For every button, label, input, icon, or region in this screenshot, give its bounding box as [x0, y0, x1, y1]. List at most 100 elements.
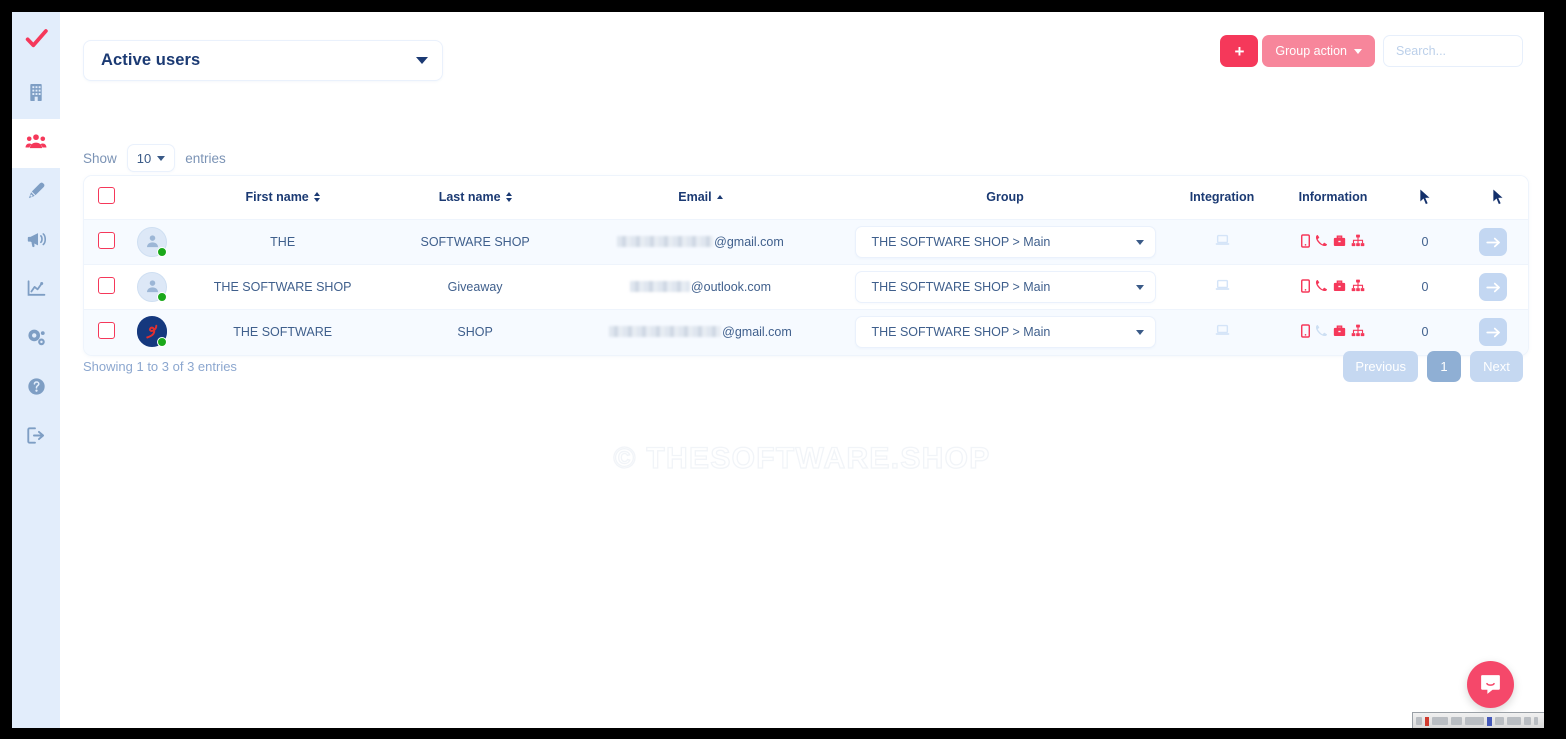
briefcase-icon[interactable] [1333, 235, 1346, 250]
table-row[interactable]: THE SOFTWARE SHOP Giveaway @outlook.com … [84, 264, 1528, 310]
group-select[interactable]: THE SOFTWARE SHOP > Main [854, 316, 1156, 349]
briefcase-icon[interactable] [1333, 280, 1346, 295]
length-menu-select[interactable]: 10 [126, 144, 176, 172]
cell-select [84, 309, 128, 355]
sidebar-item-settings[interactable] [12, 315, 60, 364]
avatar[interactable] [137, 272, 167, 302]
cell-email: @gmail.com [560, 309, 840, 355]
row-checkbox[interactable] [97, 232, 115, 249]
cell-last-name: SHOP [389, 309, 561, 355]
online-status-dot [157, 247, 167, 257]
cell-integration [1170, 219, 1274, 265]
os-taskbar-fragment [1412, 712, 1544, 728]
table-header-row: First name Last name Email Group Integrat… [84, 176, 1528, 220]
sidebar-item-company[interactable] [12, 70, 60, 119]
chevron-down-icon [1135, 284, 1144, 290]
online-status-dot [157, 292, 167, 302]
group-select-value: THE SOFTWARE SHOP > Main [871, 280, 1051, 294]
megaphone-icon [27, 231, 46, 253]
email-domain-text: @gmail.com [722, 325, 792, 340]
briefcase-icon [1333, 280, 1346, 291]
email-redacted-local-part [617, 236, 714, 247]
table-row[interactable]: THE SOFTWARE SHOP @gmail.com THE SOFTWAR… [84, 309, 1528, 355]
phone-icon [1315, 279, 1328, 292]
screenshot-frame: Active users + Group action Show [0, 0, 1566, 739]
laptop-icon [1215, 325, 1229, 336]
search-box[interactable] [1383, 35, 1523, 67]
sitemap-icon[interactable] [1351, 279, 1365, 295]
arrow-right-icon [1485, 237, 1500, 247]
mouse-cursor-icon [1419, 187, 1431, 206]
cell-email: @outlook.com [560, 264, 840, 310]
active-users-filter-select[interactable]: Active users [83, 40, 443, 81]
intercom-chat-launcher[interactable] [1467, 661, 1514, 708]
pagination-previous[interactable]: Previous [1343, 351, 1418, 382]
plus-icon: + [1234, 41, 1245, 61]
add-user-button[interactable]: + [1220, 35, 1259, 67]
phone-icon[interactable] [1315, 234, 1328, 250]
taskbar-item [1416, 717, 1422, 725]
check-icon [25, 29, 48, 48]
chart-line-icon [27, 279, 45, 296]
user-placeholder-icon [146, 280, 158, 293]
sidebar-item-users[interactable] [12, 119, 60, 168]
group-action-button[interactable]: Group action [1262, 35, 1375, 67]
sign-out-icon [26, 426, 46, 449]
laptop-icon[interactable] [1215, 234, 1230, 250]
avatar[interactable] [137, 315, 167, 348]
mobile-icon[interactable] [1301, 324, 1310, 341]
row-detail-button[interactable] [1479, 228, 1507, 256]
phone-icon[interactable] [1315, 324, 1328, 340]
row-detail-button[interactable] [1479, 318, 1507, 347]
mobile-icon [1301, 278, 1310, 293]
select-all-checkbox[interactable] [97, 187, 115, 204]
avatar[interactable] [137, 227, 167, 257]
chevron-down-icon [1135, 329, 1144, 335]
sort-both-icon [505, 192, 512, 202]
column-header-label: Email [678, 190, 712, 204]
sidebar-item-design[interactable] [12, 168, 60, 217]
sidebar-item-statistics[interactable] [12, 266, 60, 315]
count-text: 0 [1421, 235, 1429, 249]
chevron-down-icon [1354, 48, 1362, 54]
group-select[interactable]: THE SOFTWARE SHOP > Main [854, 271, 1156, 303]
cell-avatar [128, 264, 176, 310]
pagination-page-1[interactable]: 1 [1427, 351, 1461, 382]
group-select[interactable]: THE SOFTWARE SHOP > Main [854, 226, 1156, 258]
row-checkbox[interactable] [97, 322, 115, 340]
group-select-value: THE SOFTWARE SHOP > Main [871, 325, 1051, 340]
column-header-label: Group [986, 190, 1024, 204]
briefcase-icon[interactable] [1333, 325, 1346, 340]
mobile-icon[interactable] [1301, 233, 1310, 251]
last-name-text: SHOP [457, 325, 493, 340]
mobile-icon[interactable] [1301, 278, 1310, 296]
phone-icon[interactable] [1315, 279, 1328, 295]
row-detail-button[interactable] [1479, 273, 1507, 301]
column-header-email[interactable]: Email [560, 176, 840, 220]
sidebar-item-logout[interactable] [12, 413, 60, 462]
email-domain-text: @outlook.com [690, 280, 772, 294]
column-header-first_name[interactable]: First name [176, 176, 390, 220]
sitemap-icon[interactable] [1351, 234, 1365, 250]
phone-icon [1315, 325, 1328, 337]
users-table: First name Last name Email Group Integrat… [84, 176, 1528, 355]
laptop-icon[interactable] [1215, 325, 1230, 340]
search-input[interactable] [1396, 44, 1510, 58]
cell-last-name: Giveaway [389, 264, 561, 310]
column-header-last_name[interactable]: Last name [389, 176, 561, 220]
first-name-text: THE SOFTWARE SHOP [213, 280, 352, 294]
pagination-next[interactable]: Next [1470, 351, 1523, 382]
sitemap-icon[interactable] [1351, 324, 1365, 340]
pen-nib-icon [28, 182, 44, 198]
sidebar-item-campaigns[interactable] [12, 217, 60, 266]
column-header-information: Information [1274, 176, 1392, 220]
row-checkbox[interactable] [97, 277, 115, 294]
users-table-container: First name Last name Email Group Integrat… [83, 175, 1529, 356]
last-name-text: SOFTWARE SHOP [420, 235, 530, 249]
chevron-down-icon [157, 155, 166, 161]
laptop-icon [1215, 279, 1229, 290]
table-row[interactable]: THE SOFTWARE SHOP @gmail.com THE SOFTWAR… [84, 219, 1528, 265]
column-header-label: Last name [438, 190, 501, 204]
sidebar-item-help[interactable] [12, 364, 60, 413]
laptop-icon[interactable] [1215, 279, 1230, 295]
